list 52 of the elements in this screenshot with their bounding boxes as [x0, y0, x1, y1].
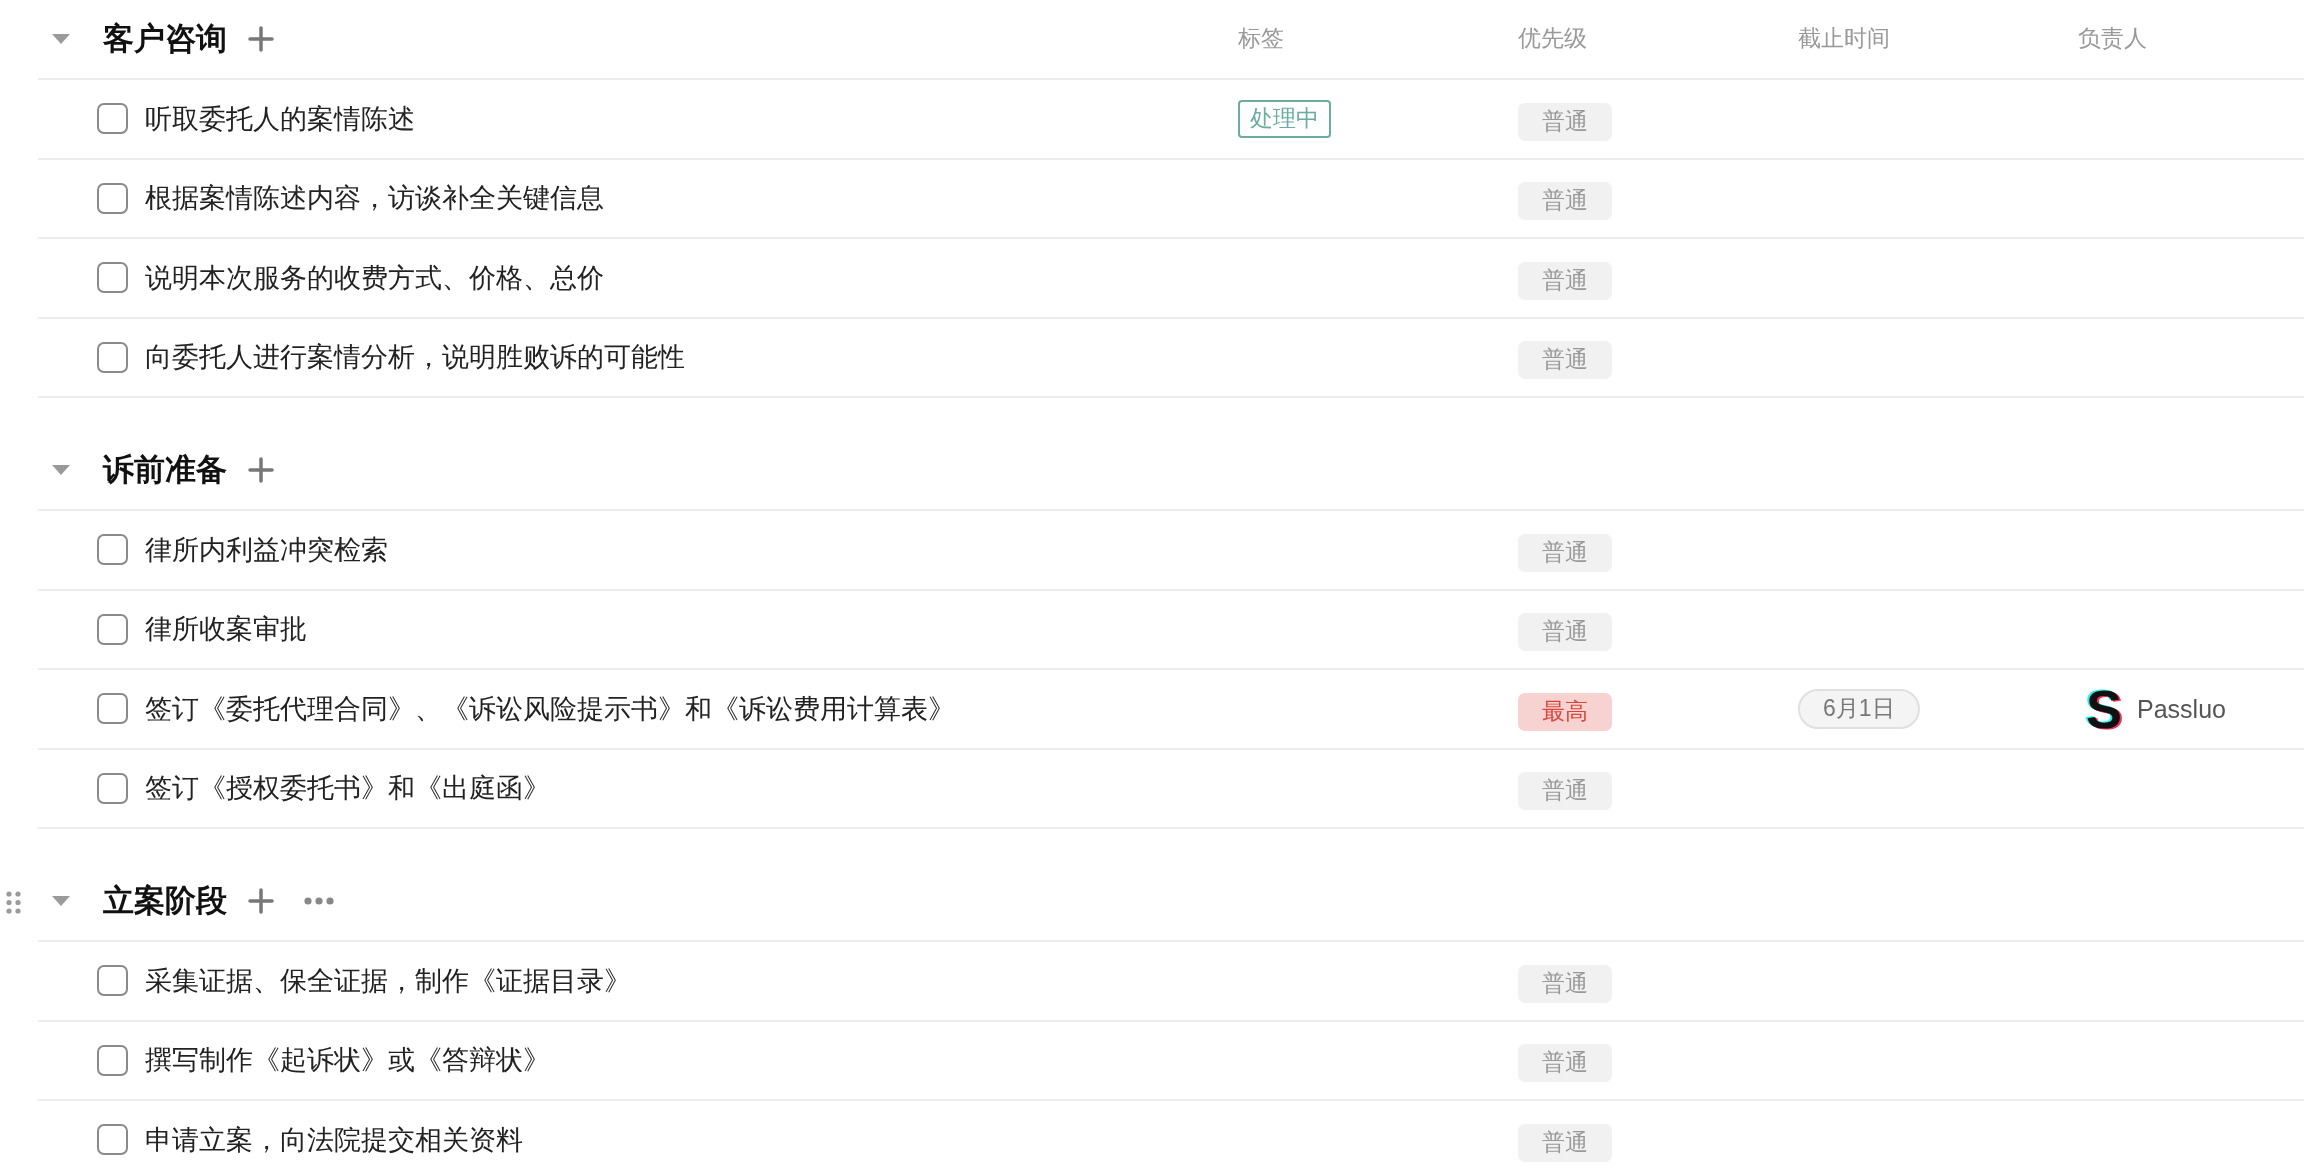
task-title[interactable]: 根据案情陈述内容，访谈补全关键信息: [145, 182, 604, 215]
priority-badge[interactable]: 最高: [1518, 692, 1612, 731]
checkbox[interactable]: [97, 1124, 128, 1156]
priority-badge[interactable]: 普通: [1518, 772, 1612, 811]
avatar: S: [2086, 681, 2123, 736]
priority-badge[interactable]: 普通: [1518, 1123, 1612, 1162]
task-title[interactable]: 撰写制作《起诉状》或《答辩状》: [145, 1044, 550, 1077]
section-title: 诉前准备: [103, 451, 227, 489]
plus-icon[interactable]: [248, 457, 274, 483]
task-title[interactable]: 向委托人进行案情分析，说明胜败诉的可能性: [145, 341, 685, 374]
more-icon[interactable]: [304, 897, 334, 905]
drag-handle-icon[interactable]: [6, 890, 21, 914]
task-title[interactable]: 申请立案，向法院提交相关资料: [145, 1123, 523, 1156]
due-date[interactable]: 6月1日: [1798, 688, 1920, 729]
section-title: 立案阶段: [103, 882, 227, 920]
priority-badge[interactable]: 普通: [1518, 1044, 1612, 1083]
caret-down-icon[interactable]: [52, 465, 70, 475]
task-title[interactable]: 律所内利益冲突检索: [145, 533, 388, 566]
column-header: 优先级: [1518, 25, 1587, 51]
priority-badge[interactable]: 普通: [1518, 341, 1612, 380]
priority-badge[interactable]: 普通: [1518, 102, 1612, 141]
priority-badge[interactable]: 普通: [1518, 182, 1612, 221]
checkbox[interactable]: [97, 965, 128, 997]
plus-icon[interactable]: [248, 888, 274, 914]
checkbox[interactable]: [97, 613, 128, 645]
caret-down-icon[interactable]: [52, 896, 70, 906]
task-title[interactable]: 采集证据、保全证据，制作《证据目录》: [145, 964, 631, 997]
checkbox[interactable]: [97, 182, 128, 214]
checkbox[interactable]: [97, 1044, 128, 1076]
task-title[interactable]: 说明本次服务的收费方式、价格、总价: [145, 261, 604, 294]
checkbox[interactable]: [97, 693, 128, 725]
task-title[interactable]: 签订《委托代理合同》、《诉讼风险提示书》和《诉讼费用计算表》: [145, 692, 955, 725]
assignee-name[interactable]: Passluo: [2137, 693, 2226, 724]
task-title[interactable]: 听取委托人的案情陈述: [145, 102, 415, 135]
task-title[interactable]: 签订《授权委托书》和《出庭函》: [145, 772, 550, 805]
column-header: 截止时间: [1798, 25, 1890, 51]
checkbox[interactable]: [97, 341, 128, 373]
checkbox[interactable]: [97, 534, 128, 566]
column-header: 标签: [1238, 25, 1284, 51]
column-header: 负责人: [2078, 25, 2147, 51]
plus-icon[interactable]: [248, 26, 274, 52]
checkbox[interactable]: [97, 262, 128, 294]
checkbox[interactable]: [97, 772, 128, 804]
priority-badge[interactable]: 普通: [1518, 533, 1612, 572]
task-title[interactable]: 律所收案审批: [145, 613, 307, 646]
priority-badge[interactable]: 普通: [1518, 964, 1612, 1003]
status-tag[interactable]: 处理中: [1238, 99, 1331, 138]
priority-badge[interactable]: 普通: [1518, 261, 1612, 300]
caret-down-icon[interactable]: [52, 34, 70, 44]
priority-badge[interactable]: 普通: [1518, 613, 1612, 652]
section-title: 客户咨询: [103, 20, 227, 58]
checkbox[interactable]: [97, 103, 128, 135]
